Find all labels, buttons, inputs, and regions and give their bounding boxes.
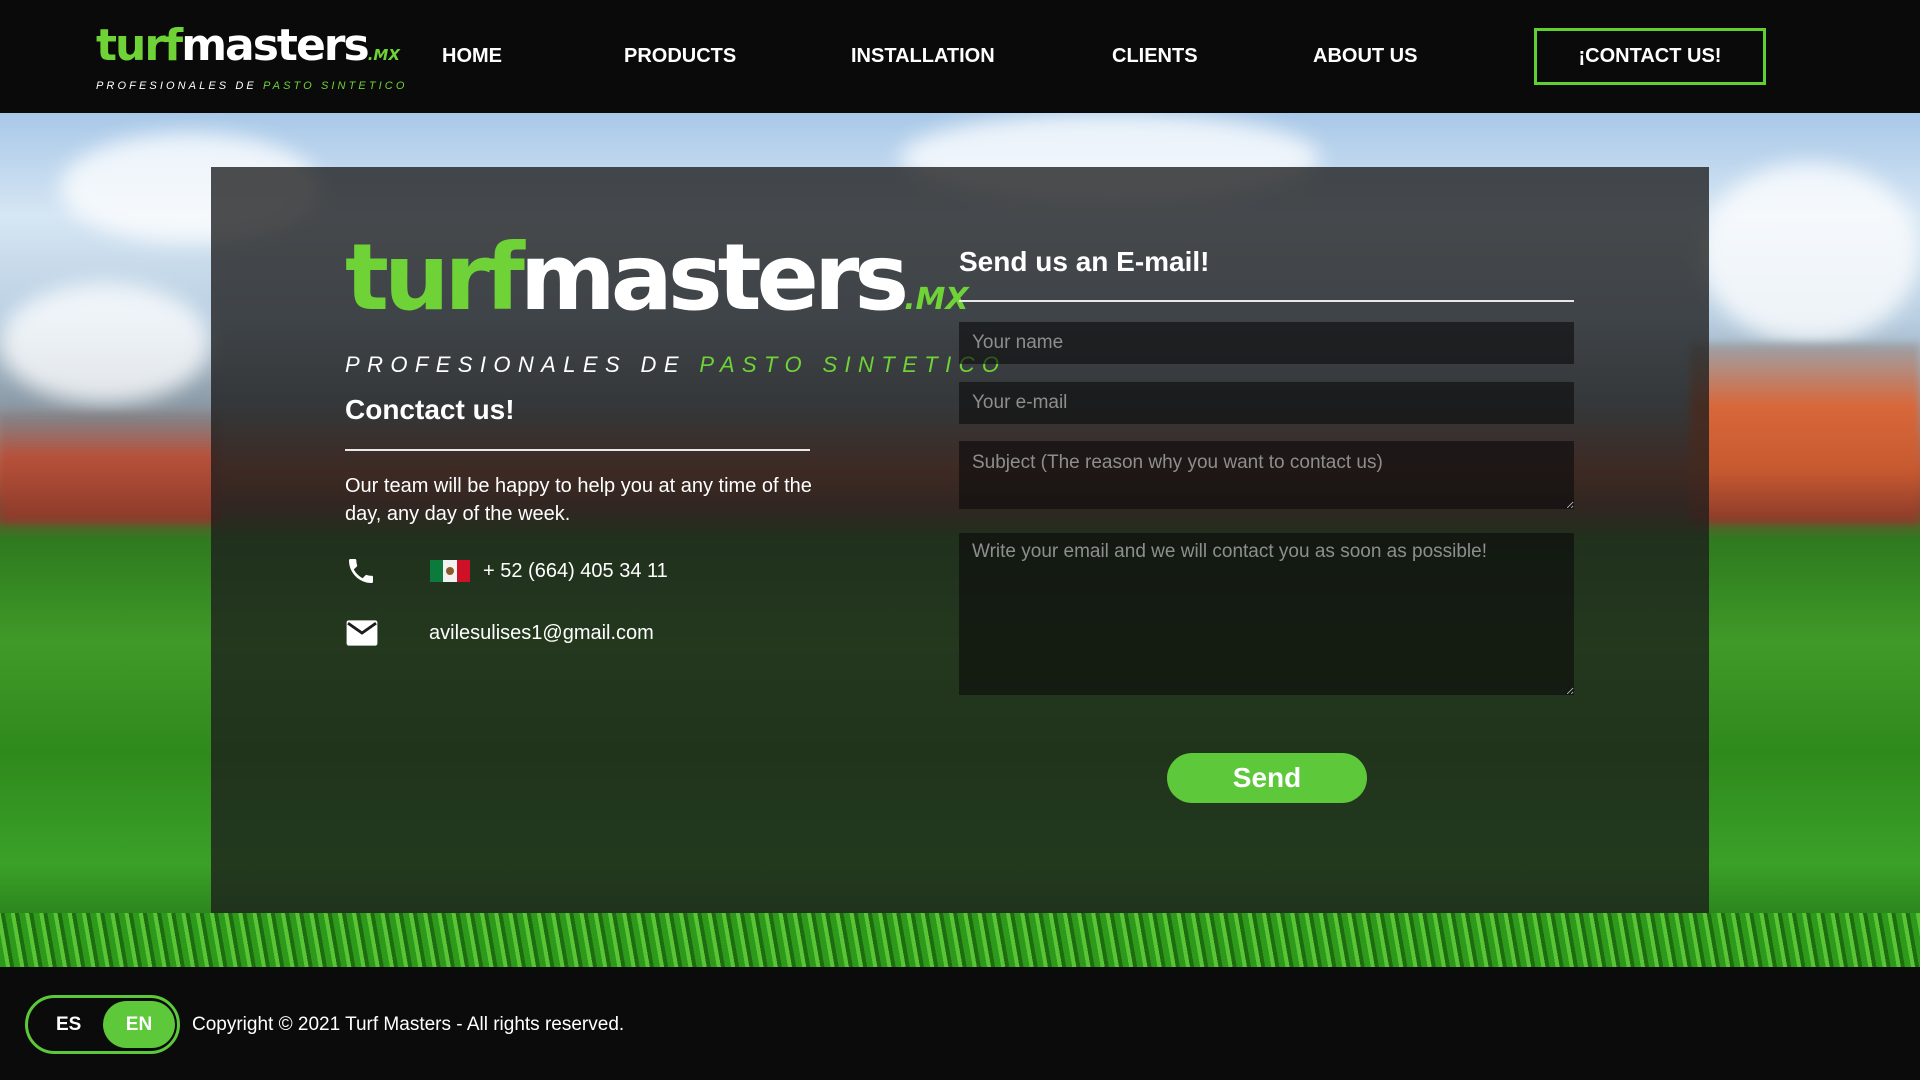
nav-about-us[interactable]: ABOUT US [1313, 45, 1417, 68]
message-textarea[interactable] [959, 533, 1574, 695]
header-logo[interactable]: turfmasters.MX PROFESIONALES DE PASTO SI… [96, 24, 408, 93]
header-logo-tagline: PROFESIONALES DE PASTO SINTETICO [96, 80, 408, 92]
send-button[interactable]: Send [1167, 753, 1367, 803]
main-logo-turf: turf [345, 224, 525, 331]
main-logo: turfmasters.MX PROFESIONALES DE PASTO SI… [345, 232, 1006, 378]
contact-heading: Conctact us! [345, 394, 515, 425]
stadium-stand-left [0, 413, 220, 523]
copyright-text: Copyright © 2021 Turf Masters - All righ… [192, 1014, 625, 1035]
header-tagline-green: PASTO SINTETICO [263, 80, 408, 92]
language-toggle[interactable]: ES EN [25, 995, 180, 1054]
footer: ES EN Copyright © 2021 Turf Masters - Al… [0, 967, 1920, 1080]
email-form-divider [959, 300, 1574, 302]
cloud [0, 283, 210, 403]
email-row [345, 616, 385, 650]
stadium-stand-right [1690, 343, 1920, 523]
contact-description: Our team will be happy to help you at an… [345, 475, 812, 525]
header-tagline-white: PROFESIONALES DE [96, 80, 264, 92]
main-tagline-white: PROFESIONALES DE [345, 352, 700, 377]
email-input[interactable] [959, 382, 1574, 424]
nav-products[interactable]: PRODUCTS [624, 45, 736, 68]
name-input[interactable] [959, 322, 1574, 364]
header-logo-mx: .MX [367, 46, 400, 64]
main-logo-tagline: PROFESIONALES DE PASTO SINTETICO [345, 352, 1006, 378]
nav-installation[interactable]: INSTALLATION [851, 45, 995, 68]
main-logo-masters: masters [519, 224, 909, 331]
language-option-en[interactable]: EN [103, 1001, 175, 1048]
email-form-heading: Send us an E-mail! [959, 246, 1210, 277]
contact-us-button[interactable]: ¡CONTACT US! [1534, 28, 1766, 85]
phone-icon [345, 554, 385, 588]
cloud [1700, 163, 1920, 343]
main-logo-wordmark: turfmasters.MX [345, 232, 1006, 346]
phone-row [345, 554, 470, 588]
header-logo-turf: turf [96, 20, 183, 71]
mexico-flag-icon [430, 560, 470, 582]
top-navigation-bar: turfmasters.MX PROFESIONALES DE PASTO SI… [0, 0, 1920, 113]
nav-clients[interactable]: CLIENTS [1112, 45, 1198, 68]
mail-icon [345, 616, 385, 650]
contact-heading-divider [345, 449, 810, 451]
turf-foreground [0, 913, 1920, 967]
subject-textarea[interactable] [959, 441, 1574, 509]
header-logo-masters: masters [181, 20, 369, 71]
email-address-link[interactable]: avilesulises1@gmail.com [429, 622, 654, 645]
nav-home[interactable]: HOME [442, 45, 502, 68]
phone-number-link[interactable]: + 52 (664) 405 34 11 [483, 560, 668, 583]
language-option-es[interactable]: ES [56, 1014, 81, 1036]
header-logo-wordmark: turfmasters.MX [96, 24, 408, 77]
